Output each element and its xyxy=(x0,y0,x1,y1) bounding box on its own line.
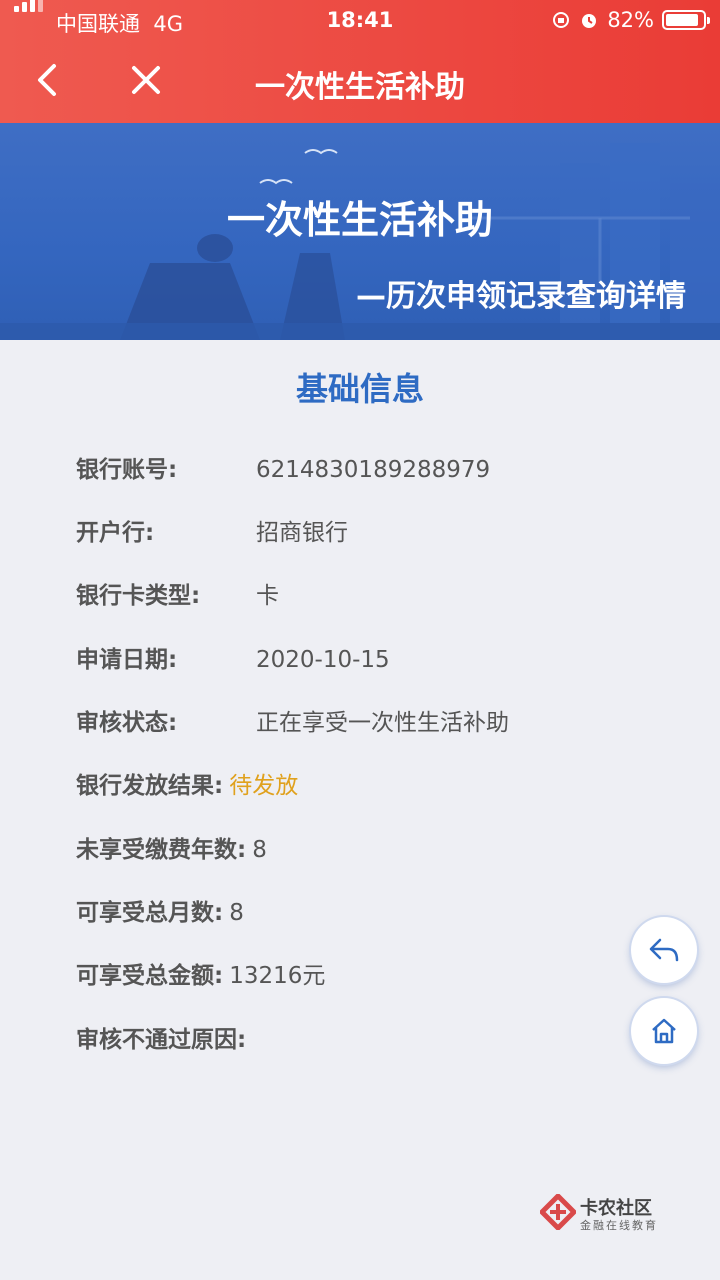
field-bank-account: 银行账号: 6214830189288979 xyxy=(76,450,490,484)
field-label: 审核不通过原因: xyxy=(76,1027,247,1053)
field-payout-result: 银行发放结果: 待发放 xyxy=(76,766,298,800)
header: 中国联通 4G 18:41 82% 一次性生活补助 xyxy=(0,0,720,123)
reply-button[interactable] xyxy=(631,917,697,983)
field-value: 8 xyxy=(252,837,267,863)
page-title: 一次性生活补助 xyxy=(255,70,465,105)
field-value: 招商银行 xyxy=(256,520,348,546)
reply-icon xyxy=(649,938,679,962)
battery-icon xyxy=(662,10,710,30)
field-card-type: 银行卡类型: 卡 xyxy=(76,576,279,610)
section-title: 基础信息 xyxy=(295,370,424,408)
field-label: 银行账号: xyxy=(76,457,178,483)
field-value: 正在享受一次性生活补助 xyxy=(256,710,509,736)
field-value: 6214830189288979 xyxy=(256,457,491,483)
kanong-logo-icon xyxy=(540,1194,576,1230)
field-value: 8 xyxy=(229,900,244,926)
field-label: 审核状态: xyxy=(76,710,178,736)
field-reject-reason: 审核不通过原因: xyxy=(76,1020,252,1054)
status-badge: 待发放 xyxy=(229,773,299,799)
field-value: 13216元 xyxy=(229,963,326,989)
status-bar: 中国联通 4G 18:41 82% xyxy=(0,0,720,40)
field-label: 银行卡类型: xyxy=(76,583,201,609)
rotation-lock-icon xyxy=(553,12,570,28)
field-total-amount: 可享受总金额: 13216元 xyxy=(76,956,325,990)
banner-subtitle: —历次申领记录查询详情 xyxy=(356,279,686,314)
watermark: 卡农社区 金融在线教育 xyxy=(540,1190,680,1240)
field-review-status: 审核状态: 正在享受一次性生活补助 xyxy=(76,703,509,737)
field-label: 开户行: xyxy=(76,520,155,546)
banner: 一次性生活补助 —历次申领记录查询详情 xyxy=(0,123,720,340)
field-label: 未享受缴费年数: xyxy=(76,837,247,863)
home-button[interactable] xyxy=(631,998,697,1064)
battery-percent: 82% xyxy=(607,8,654,32)
field-total-months: 可享受总月数: 8 xyxy=(76,893,244,927)
banner-title: 一次性生活补助 xyxy=(226,198,493,242)
field-apply-date: 申请日期: 2020-10-15 xyxy=(76,640,390,674)
watermark-tagline: 金融在线教育 xyxy=(580,1219,658,1232)
field-label: 申请日期: xyxy=(76,647,178,673)
home-icon xyxy=(652,1018,676,1044)
field-value: 2020-10-15 xyxy=(256,647,390,673)
field-label: 可享受总月数: xyxy=(76,900,224,926)
field-bank-name: 开户行: 招商银行 xyxy=(76,513,348,547)
field-label: 可享受总金额: xyxy=(76,963,224,989)
alarm-icon xyxy=(582,14,597,28)
field-unpaid-years: 未享受缴费年数: 8 xyxy=(76,830,267,864)
field-label: 银行发放结果: xyxy=(76,773,224,799)
status-right: 82% xyxy=(551,8,710,32)
field-value: 卡 xyxy=(256,583,279,609)
